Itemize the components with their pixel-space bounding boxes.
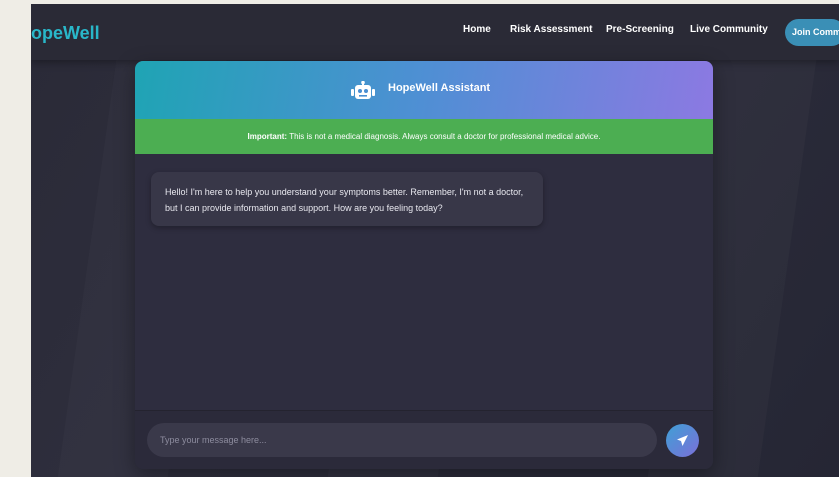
join-community-button[interactable]: Join Community xyxy=(785,19,839,46)
robot-icon xyxy=(351,80,375,103)
nav-link-risk-assessment[interactable]: Risk Assessment xyxy=(510,24,592,35)
message-text: Hello! I'm here to help you understand y… xyxy=(165,187,524,213)
chat-header: HopeWell Assistant xyxy=(135,61,713,119)
input-bar xyxy=(135,410,713,469)
send-button[interactable] xyxy=(666,424,699,457)
logo-text: HopeWell xyxy=(31,23,100,43)
app-window: HopeWell Home Risk Assessment Pre-Screen… xyxy=(31,4,839,477)
join-community-label: Join Community xyxy=(792,27,839,37)
logo[interactable]: HopeWell xyxy=(31,21,111,45)
message-input[interactable] xyxy=(147,423,657,457)
disclaimer-text: This is not a medical diagnosis. Always … xyxy=(287,132,601,141)
nav-link-home[interactable]: Home xyxy=(463,24,491,35)
assistant-message: Hello! I'm here to help you understand y… xyxy=(151,172,543,226)
chat-panel: HopeWell Assistant Important: This is no… xyxy=(135,61,713,469)
nav-link-live-community[interactable]: Live Community xyxy=(690,24,768,35)
nav-link-pre-screening[interactable]: Pre-Screening xyxy=(606,24,674,35)
message-list[interactable]: Hello! I'm here to help you understand y… xyxy=(135,154,713,410)
disclaimer-bold: Important: xyxy=(247,132,288,141)
navbar: HopeWell Home Risk Assessment Pre-Screen… xyxy=(31,4,839,60)
chat-title: HopeWell Assistant xyxy=(388,82,491,94)
disclaimer-banner: Important: This is not a medical diagnos… xyxy=(135,119,713,154)
